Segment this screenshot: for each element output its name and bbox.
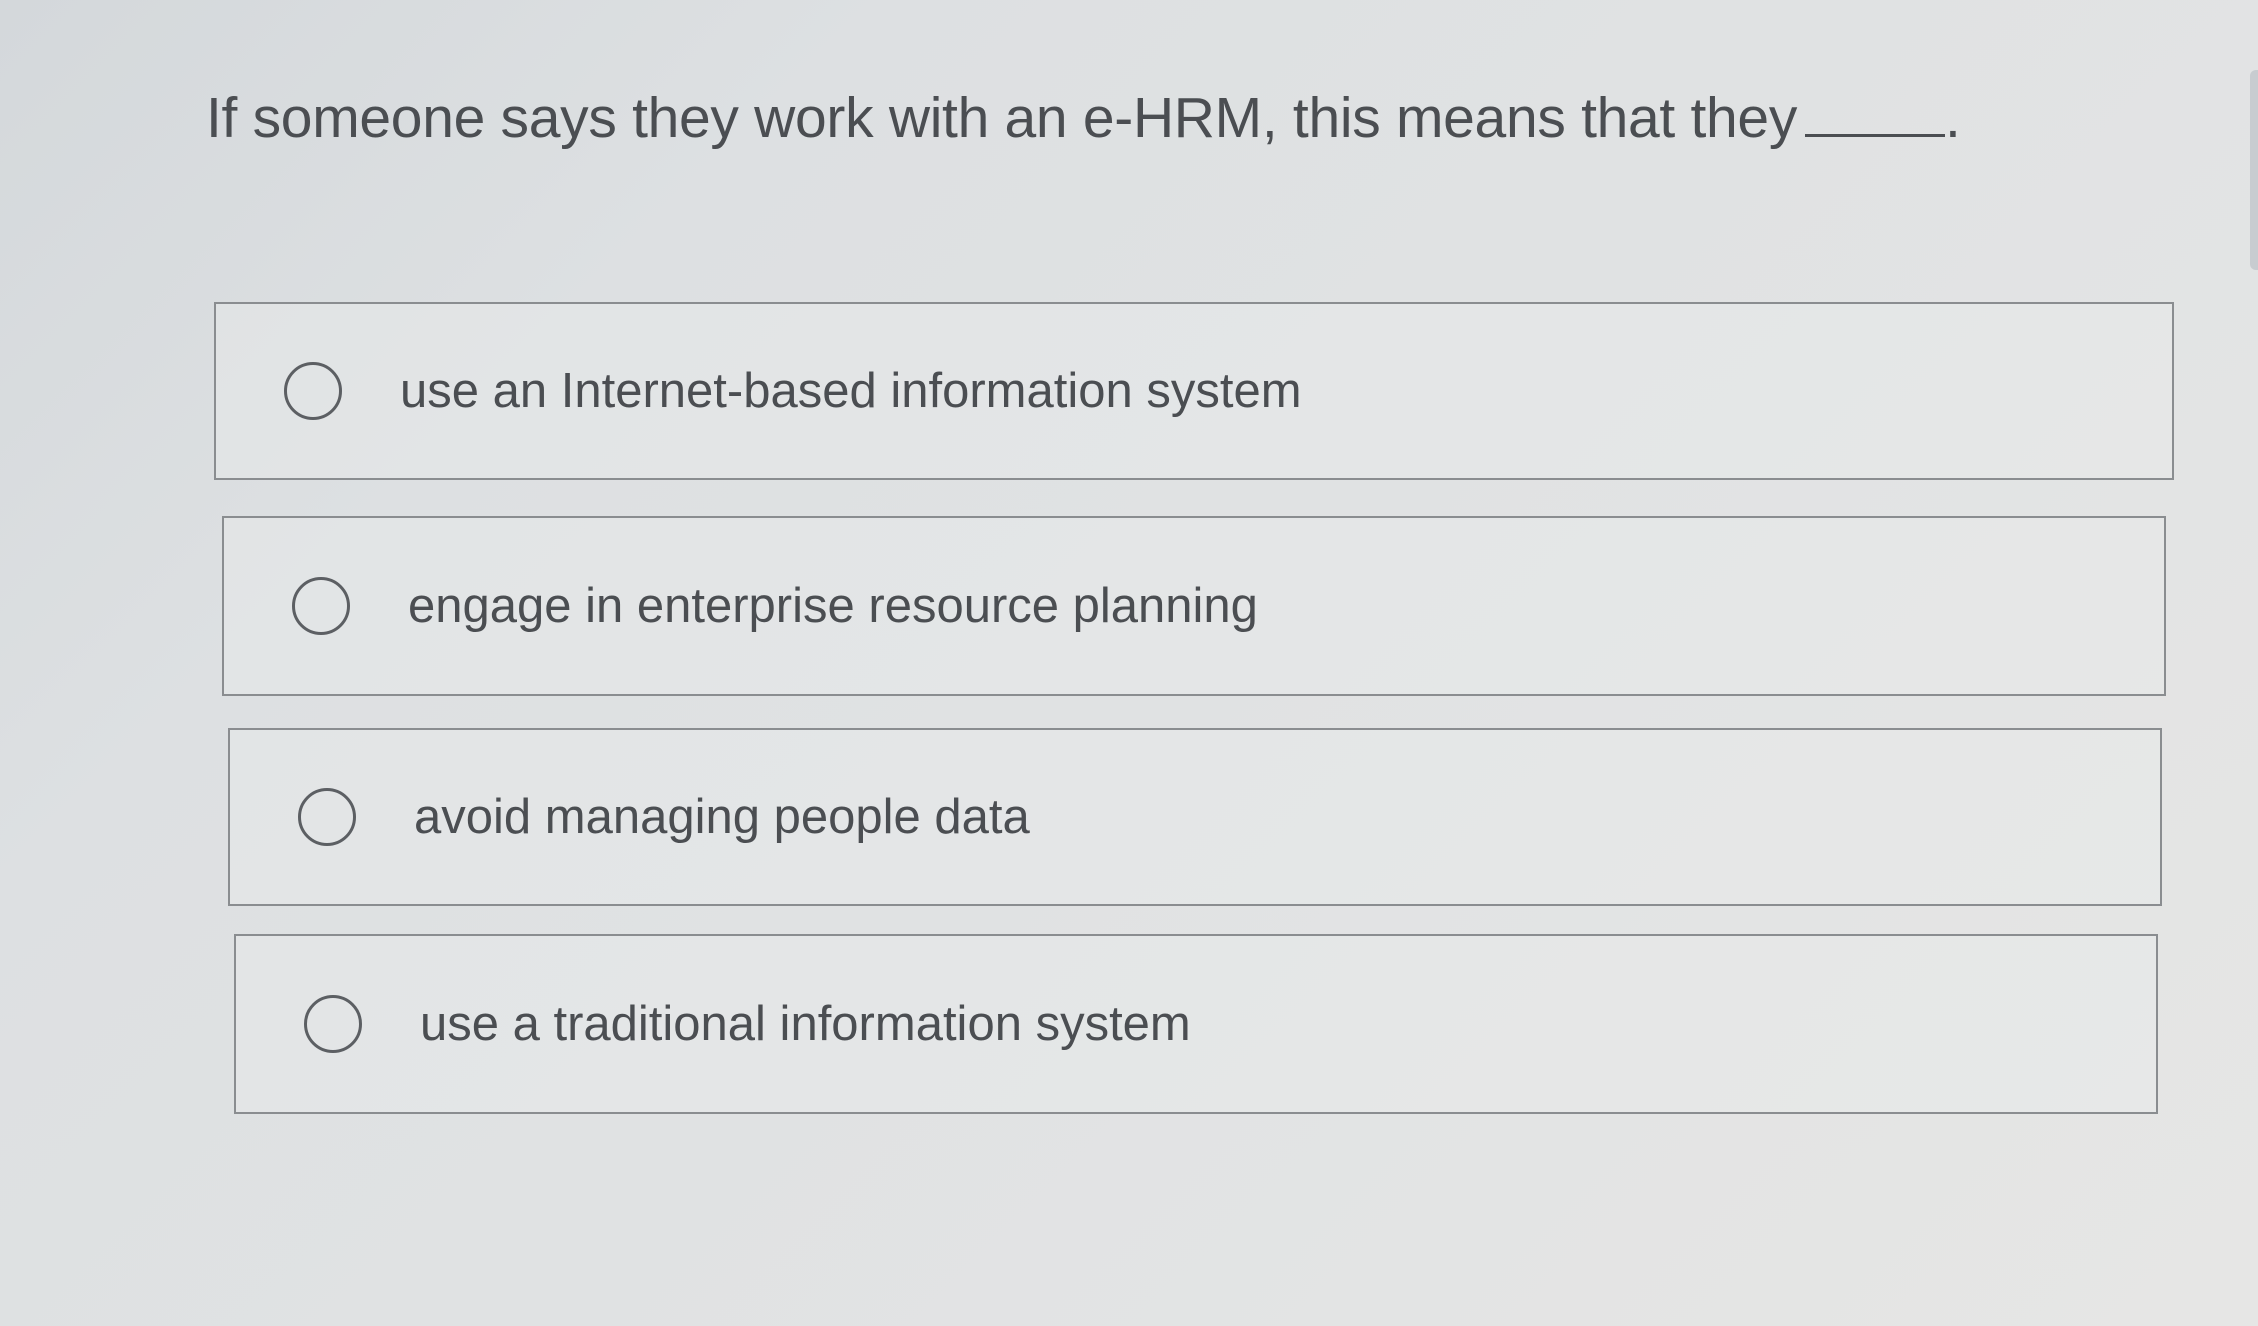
radio-button-icon[interactable] xyxy=(304,995,362,1053)
answer-option-label: use an Internet-based information system xyxy=(400,364,1302,418)
radio-button-icon[interactable] xyxy=(284,362,342,420)
scrollbar-edge xyxy=(2250,70,2258,270)
question-prompt: If someone says they work with an e-HRM,… xyxy=(206,86,1798,150)
question-text: If someone says they work with an e-HRM,… xyxy=(206,78,1961,158)
answer-option-3[interactable]: avoid managing people data xyxy=(228,728,2162,906)
answer-option-1[interactable]: use an Internet-based information system xyxy=(214,302,2174,480)
answer-option-2[interactable]: engage in enterprise resource planning xyxy=(222,516,2166,696)
answer-option-label: use a traditional information system xyxy=(420,997,1191,1051)
answer-option-label: engage in enterprise resource planning xyxy=(408,579,1258,633)
radio-button-icon[interactable] xyxy=(298,788,356,846)
question-suffix: . xyxy=(1945,86,1961,150)
radio-button-icon[interactable] xyxy=(292,577,350,635)
answer-option-4[interactable]: use a traditional information system xyxy=(234,934,2158,1114)
answer-option-label: avoid managing people data xyxy=(414,790,1030,844)
answer-blank xyxy=(1805,78,1946,137)
